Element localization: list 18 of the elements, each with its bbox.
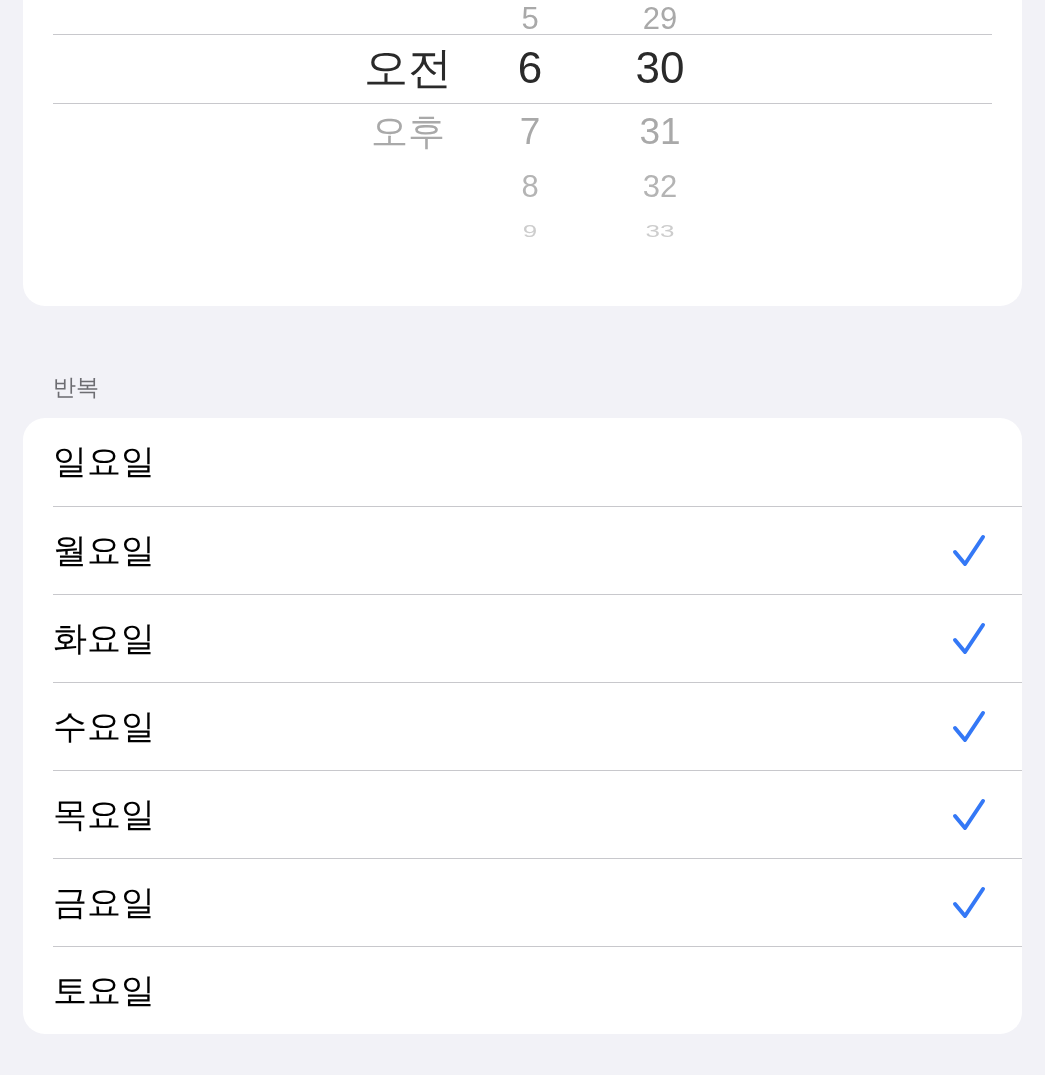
day-label: 화요일 (53, 617, 155, 659)
day-row[interactable]: 화요일 (53, 594, 1022, 682)
section-header: 반복 (53, 373, 100, 402)
day-row[interactable]: 일요일 (53, 418, 1022, 506)
picker-item[interactable]: 6 (468, 33, 592, 103)
day-label: 수요일 (53, 705, 155, 747)
day-label: 목요일 (53, 793, 155, 835)
day-label: 월요일 (53, 529, 155, 571)
picker-item[interactable]: 오전 (348, 33, 468, 103)
day-row[interactable]: 토요일 (53, 946, 1022, 1034)
picker-item[interactable]: 30 (592, 33, 728, 103)
day-label: 토요일 (53, 969, 155, 1011)
day-row[interactable]: 금요일 (53, 858, 1022, 946)
day-row[interactable]: 수요일 (53, 682, 1022, 770)
day-label: 금요일 (53, 881, 155, 923)
day-label: 일요일 (53, 441, 155, 482)
day-row[interactable]: 목요일 (53, 770, 1022, 858)
day-row[interactable]: 월요일 (53, 506, 1022, 594)
